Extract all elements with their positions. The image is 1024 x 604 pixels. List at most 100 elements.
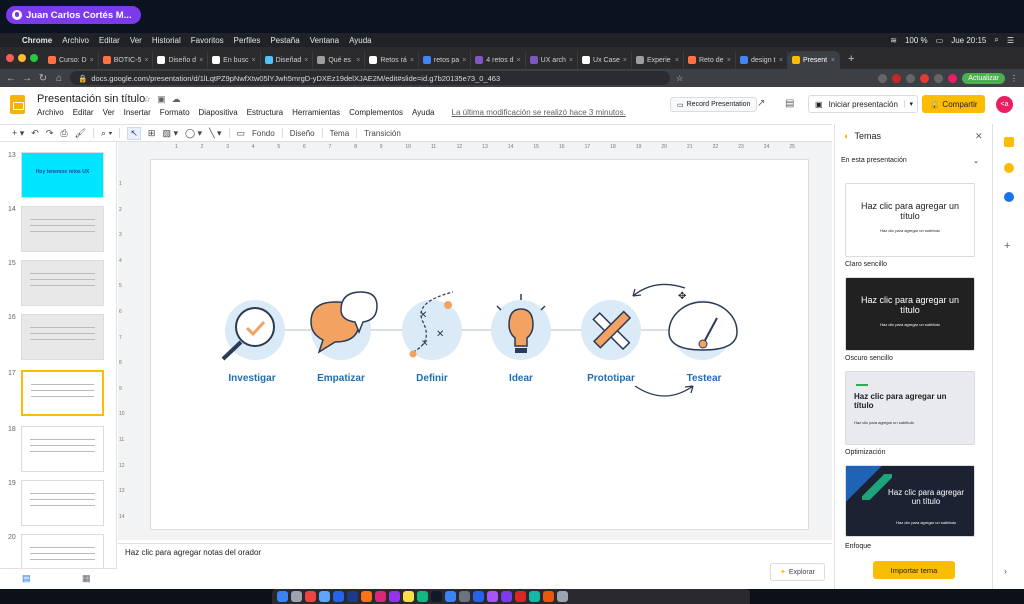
slide-thumbnail[interactable]: Hoy tenemos retos UX: [21, 152, 104, 198]
tab-close-icon[interactable]: ×: [356, 57, 360, 64]
control-center-icon[interactable]: ☰: [1007, 36, 1014, 45]
browser-tab[interactable]: 4 retos d ×: [471, 51, 526, 69]
menubar-app[interactable]: Chrome: [22, 36, 52, 45]
illustrator-icon[interactable]: [361, 591, 372, 602]
prototipar-icon[interactable]: [581, 300, 641, 360]
github-icon[interactable]: [487, 591, 498, 602]
activity-icon[interactable]: ↗: [757, 98, 765, 109]
select-cursor-icon[interactable]: ↖: [127, 126, 141, 140]
shape-icon[interactable]: ◯ ▾: [185, 128, 202, 139]
slide-thumbnail[interactable]: [21, 426, 104, 472]
theme-card[interactable]: Haz clic para agregar un título Haz clic …: [845, 277, 975, 351]
app-icon[interactable]: [543, 591, 554, 602]
grid-view-icon[interactable]: ▦: [82, 573, 91, 584]
tab-close-icon[interactable]: ×: [304, 57, 308, 64]
import-theme-button[interactable]: Importar tema: [873, 561, 955, 579]
tab-close-icon[interactable]: ×: [462, 57, 466, 64]
reload-icon[interactable]: ↻: [38, 73, 48, 84]
theme-card[interactable]: Haz clic para agregar un título Haz clic …: [845, 465, 975, 537]
themes-scope-select[interactable]: En esta presentación ⌄: [841, 157, 979, 165]
browser-tab[interactable]: En busc ×: [208, 51, 261, 69]
present-button[interactable]: ▣ Iniciar presentación ▾: [808, 95, 918, 113]
trash-icon[interactable]: [557, 591, 568, 602]
filezilla-icon[interactable]: [515, 591, 526, 602]
tab-close-icon[interactable]: ×: [569, 57, 573, 64]
doc-menu-item[interactable]: Archivo: [37, 108, 64, 117]
menubar-item[interactable]: Editar: [99, 36, 120, 45]
close-icon[interactable]: ✕: [975, 131, 983, 142]
appletv-icon[interactable]: [431, 591, 442, 602]
notes-icon[interactable]: [403, 591, 414, 602]
extension-icon[interactable]: [878, 73, 888, 83]
zoom-icon[interactable]: ⌕ ▾: [101, 128, 112, 139]
document-title[interactable]: Presentación sin título: [37, 93, 145, 105]
discord-icon[interactable]: [501, 591, 512, 602]
redo-icon[interactable]: ↷: [46, 128, 54, 139]
undo-icon[interactable]: ↶: [31, 128, 39, 139]
forward-icon[interactable]: →: [22, 73, 32, 84]
tab-close-icon[interactable]: ×: [517, 57, 521, 64]
settings-icon[interactable]: [459, 591, 470, 602]
new-tab-icon[interactable]: +: [840, 53, 854, 69]
tab-close-icon[interactable]: ×: [623, 57, 627, 64]
share-button[interactable]: 🔒 Compartir: [922, 95, 985, 113]
explore-button[interactable]: ✦ Explorar: [770, 563, 825, 581]
vscode-icon[interactable]: [473, 591, 484, 602]
browser-tab[interactable]: UX arch ×: [526, 51, 579, 69]
browser-tab[interactable]: design t ×: [736, 51, 788, 69]
doc-menu-item[interactable]: Editar: [73, 108, 94, 117]
tab-close-icon[interactable]: ×: [144, 57, 148, 64]
safari-icon[interactable]: [319, 591, 330, 602]
cloud-status-icon[interactable]: ☁: [172, 94, 181, 105]
keep-icon[interactable]: [1004, 137, 1014, 147]
browser-tab[interactable]: Retos rá ×: [365, 51, 419, 69]
slide-thumbnail[interactable]: [21, 534, 104, 568]
slide-thumbnail[interactable]: [21, 370, 104, 416]
tab-close-icon[interactable]: ×: [779, 57, 783, 64]
chevron-down-icon[interactable]: ▾: [904, 100, 917, 108]
add-addon-icon[interactable]: +: [1004, 240, 1014, 252]
filmstrip-view-icon[interactable]: ▤: [22, 573, 31, 584]
background-button[interactable]: Fondo: [252, 129, 275, 138]
tab-close-icon[interactable]: ×: [675, 57, 679, 64]
appstore-icon[interactable]: [445, 591, 456, 602]
search-icon[interactable]: ⌕: [994, 35, 998, 45]
avatar[interactable]: <a: [996, 96, 1013, 113]
browser-tab[interactable]: Diseñad ×: [261, 51, 314, 69]
url-field[interactable]: 🔒 docs.google.com/presentation/d/1lLqtPZ…: [70, 71, 670, 85]
browser-tab[interactable]: Curso: D ×: [44, 51, 99, 69]
calendar-icon[interactable]: [305, 591, 316, 602]
record-presentation-button[interactable]: ▭ Record Presentation: [670, 97, 758, 112]
tab-close-icon[interactable]: ×: [410, 57, 414, 64]
photoshop-icon[interactable]: [347, 591, 358, 602]
browser-tab[interactable]: BOTIC-5 ×: [99, 51, 154, 69]
clock[interactable]: Jue 20:15: [951, 36, 986, 45]
bookmark-star-icon[interactable]: ☆: [676, 74, 683, 83]
star-icon[interactable]: ☆: [143, 94, 151, 105]
tab-close-icon[interactable]: ×: [727, 57, 731, 64]
slides-logo-icon[interactable]: [10, 95, 25, 114]
slide-canvas[interactable]: ✕ ✕ ✕ ✥ Investigar Empatizar Definir Ide…: [151, 160, 808, 529]
battery-text[interactable]: 100 %: [905, 36, 928, 45]
more-menu-icon[interactable]: ⋮: [1010, 74, 1018, 83]
slide-thumbnail[interactable]: [21, 206, 104, 252]
doc-menu-item[interactable]: Formato: [160, 108, 190, 117]
comments-icon[interactable]: ▤: [785, 98, 794, 109]
user-session-pill[interactable]: Juan Carlos Cortés M...: [6, 6, 141, 24]
comment-add-icon[interactable]: ▭: [237, 128, 246, 139]
layout-button[interactable]: Diseño: [290, 129, 315, 138]
menubar-item[interactable]: Ver: [130, 36, 142, 45]
mail-icon[interactable]: [333, 591, 344, 602]
theme-card[interactable]: Haz clic para agregar un título Haz clic …: [845, 183, 975, 257]
menubar-item[interactable]: Ventana: [310, 36, 339, 45]
theme-button[interactable]: Tema: [330, 129, 350, 138]
doc-menu-item[interactable]: Insertar: [124, 108, 151, 117]
slide-thumbnail[interactable]: [21, 480, 104, 526]
browser-tab[interactable]: Experie ×: [632, 51, 684, 69]
menubar-item[interactable]: Historial: [152, 36, 181, 45]
menubar-item[interactable]: Perfiles: [234, 36, 261, 45]
chrome-icon[interactable]: [417, 591, 428, 602]
doc-menu-item[interactable]: Ayuda: [412, 108, 435, 117]
browser-tab[interactable]: Qué es ×: [313, 51, 366, 69]
doc-menu-item[interactable]: Complementos: [349, 108, 403, 117]
